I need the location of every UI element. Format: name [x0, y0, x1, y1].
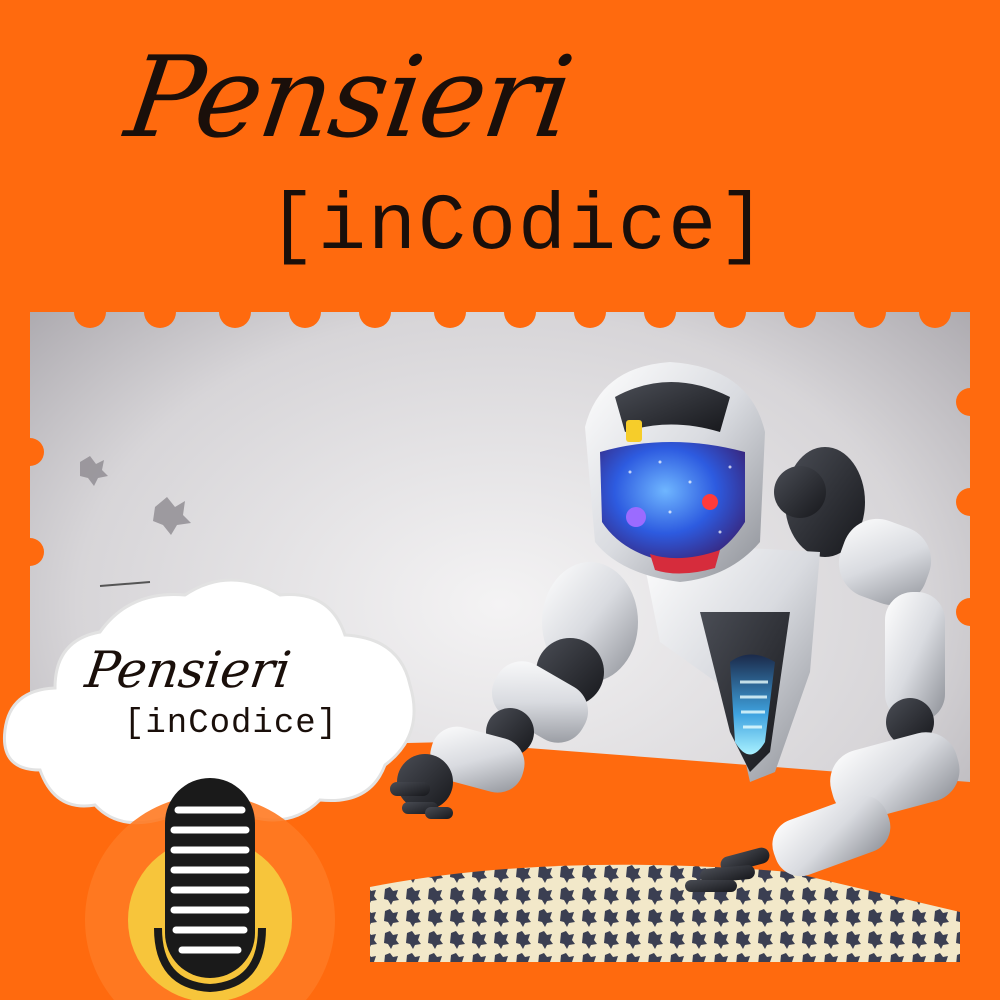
title-script: Pensieri	[118, 33, 579, 163]
badge-script: Pensieri	[81, 641, 295, 699]
podcast-cover: Pensieri [inCodice] Pensieri [inCodice]	[0, 0, 1000, 1000]
title-code: [inCodice]	[268, 182, 769, 273]
badge-code: [inCodice]	[124, 705, 339, 743]
microphone-icon	[85, 778, 335, 1000]
